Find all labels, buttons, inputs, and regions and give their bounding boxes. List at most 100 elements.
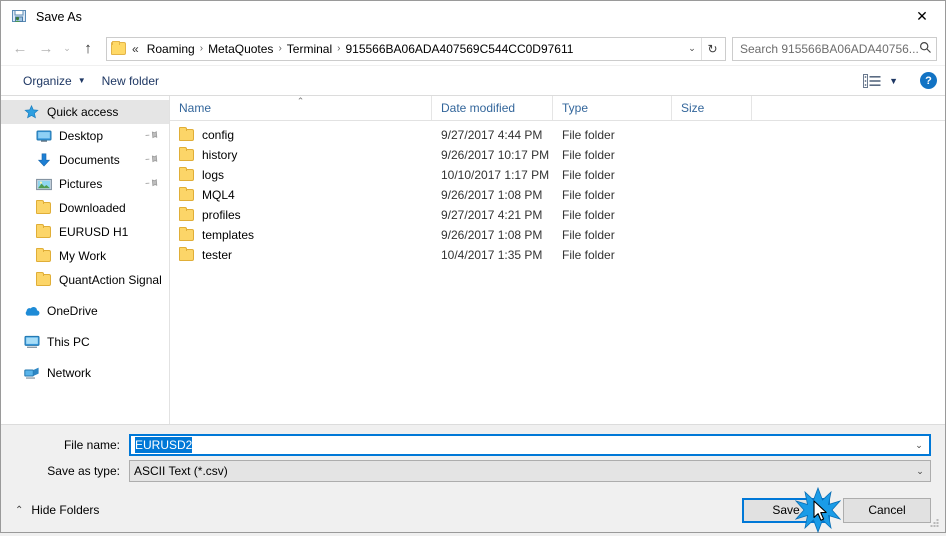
- table-row[interactable]: history 9/26/2017 10:17 PM File folder: [170, 145, 945, 165]
- table-row[interactable]: MQL4 9/26/2017 1:08 PM File folder: [170, 185, 945, 205]
- file-name-input[interactable]: EURUSD2 ⌄: [129, 434, 931, 456]
- file-type-cell: File folder: [562, 248, 615, 262]
- file-name-label: File name:: [63, 438, 120, 452]
- save-as-type-row: Save as type: ASCII Text (*.csv) ⌄: [15, 460, 931, 482]
- file-list: ⌃ Name Date modified Type Size config 9/…: [170, 96, 945, 424]
- save-button[interactable]: Save: [742, 497, 830, 523]
- save-as-type-select[interactable]: ASCII Text (*.csv) ⌄: [129, 460, 931, 482]
- sidebar-item-eurusd-h1[interactable]: EURUSD H1: [1, 220, 169, 244]
- sort-ascending-icon: ⌃: [296, 96, 305, 106]
- search-input[interactable]: Search 915566BA06ADA40756...: [740, 42, 918, 56]
- chevron-down-icon[interactable]: ⌄: [910, 466, 930, 477]
- help-button[interactable]: ?: [920, 72, 937, 89]
- forward-button[interactable]: →: [33, 36, 59, 62]
- sidebar-item-quick-access[interactable]: Quick access: [1, 100, 169, 124]
- sidebar-item-my-work[interactable]: My Work: [1, 244, 169, 268]
- main-area: Quick access Desktop Documents Pictures …: [1, 96, 945, 424]
- file-date-cell: 9/27/2017 4:44 PM: [441, 128, 543, 142]
- breadcrumb-item-guid[interactable]: 915566BA06ADA407569C544CC0D97611: [341, 42, 577, 56]
- sidebar-item-onedrive[interactable]: OneDrive: [1, 299, 169, 323]
- address-bar[interactable]: « Roaming › MetaQuotes › Terminal › 9155…: [106, 36, 726, 61]
- sidebar-item-label: Documents: [59, 153, 120, 167]
- file-name-label: templates: [202, 228, 255, 242]
- dialog-buttons: Save Cancel: [742, 497, 931, 523]
- breadcrumb-item-terminal[interactable]: Terminal: [283, 42, 336, 56]
- save-as-type-value: ASCII Text (*.csv): [134, 464, 228, 478]
- up-button[interactable]: ↑: [75, 36, 101, 62]
- file-name-label: config: [202, 128, 235, 142]
- chevron-down-icon[interactable]: ⌄: [683, 43, 701, 54]
- cancel-button[interactable]: Cancel: [843, 497, 931, 523]
- hide-folders-button[interactable]: ⌃ Hide Folders: [15, 503, 99, 517]
- save-as-type-label: Save as type:: [47, 464, 120, 478]
- resize-grip[interactable]: [928, 516, 941, 529]
- onedrive-icon: [23, 303, 40, 319]
- sidebar-item-documents[interactable]: Documents: [1, 148, 169, 172]
- folder-icon: [179, 127, 194, 141]
- organize-label: Organize: [23, 73, 72, 88]
- folder-icon: [179, 247, 194, 261]
- table-row[interactable]: logs 10/10/2017 1:17 PM File folder: [170, 165, 945, 185]
- sidebar-item-this-pc[interactable]: This PC: [1, 330, 169, 354]
- table-row[interactable]: tester 10/4/2017 1:35 PM File folder: [170, 245, 945, 265]
- title-bar: Save As ✕: [1, 1, 945, 32]
- file-name-label: logs: [202, 168, 225, 182]
- organize-button[interactable]: Organize ▼: [15, 74, 94, 88]
- chevron-down-icon[interactable]: ⌄: [909, 440, 929, 451]
- table-row[interactable]: config 9/27/2017 4:44 PM File folder: [170, 125, 945, 145]
- table-row[interactable]: templates 9/26/2017 1:08 PM File folder: [170, 225, 945, 245]
- table-row[interactable]: profiles 9/27/2017 4:21 PM File folder: [170, 205, 945, 225]
- file-name-cell: MQL4: [170, 187, 432, 202]
- sidebar-item-downloaded[interactable]: Downloaded: [1, 196, 169, 220]
- refresh-icon[interactable]: ↻: [701, 37, 723, 60]
- breadcrumb-item-metaquotes[interactable]: MetaQuotes: [204, 42, 277, 56]
- search-box[interactable]: Search 915566BA06ADA40756...: [732, 36, 937, 61]
- sidebar-item-label: Quick access: [47, 105, 119, 119]
- sidebar-item-label: This PC: [47, 335, 90, 349]
- pin-icon: [143, 127, 160, 145]
- file-type-cell: File folder: [562, 188, 615, 202]
- back-button[interactable]: ←: [7, 36, 33, 62]
- file-date-cell: 9/27/2017 4:21 PM: [441, 208, 543, 222]
- network-icon: [23, 365, 40, 381]
- view-mode-chevron-down-icon[interactable]: ▼: [885, 76, 906, 86]
- navigation-pane: Quick access Desktop Documents Pictures …: [1, 96, 170, 424]
- file-name-label: profiles: [202, 208, 241, 222]
- new-folder-button[interactable]: New folder: [94, 74, 167, 88]
- column-header-date-modified[interactable]: Date modified: [432, 96, 553, 120]
- sidebar-item-pictures[interactable]: Pictures: [1, 172, 169, 196]
- pin-icon: [143, 151, 160, 169]
- file-type-cell: File folder: [562, 228, 615, 242]
- folder-icon: [35, 248, 52, 264]
- breadcrumb-overflow[interactable]: «: [130, 42, 143, 56]
- file-date-cell: 9/26/2017 10:17 PM: [441, 148, 550, 162]
- file-date-cell: 9/26/2017 1:08 PM: [441, 188, 543, 202]
- sidebar-item-quantaction-signal[interactable]: QuantAction Signal: [1, 268, 169, 292]
- sidebar-item-label: Downloaded: [59, 201, 126, 215]
- file-date-cell: 10/4/2017 1:35 PM: [441, 248, 543, 262]
- file-type-cell: File folder: [562, 148, 615, 162]
- view-mode-icon[interactable]: [861, 71, 883, 91]
- sidebar-divider: [1, 323, 169, 330]
- recent-locations-button[interactable]: ⌄: [59, 36, 75, 62]
- save-as-icon: [11, 8, 28, 25]
- folder-icon: [111, 41, 126, 55]
- file-name-label: history: [202, 148, 238, 162]
- column-header-type[interactable]: Type: [553, 96, 672, 120]
- file-type-cell: File folder: [562, 168, 615, 182]
- sidebar-item-label: Network: [47, 366, 92, 380]
- sidebar-item-desktop[interactable]: Desktop: [1, 124, 169, 148]
- save-as-dialog: Save As ✕ ← → ⌄ ↑ « Roaming › MetaQuotes…: [0, 0, 946, 533]
- file-name-value[interactable]: EURUSD2: [135, 437, 193, 453]
- column-header-size[interactable]: Size: [672, 96, 752, 120]
- folder-icon: [35, 224, 52, 240]
- sidebar-item-network[interactable]: Network: [1, 361, 169, 385]
- file-name-cell: profiles: [170, 207, 432, 222]
- close-icon[interactable]: ✕: [899, 1, 945, 32]
- hide-folders-label: Hide Folders: [31, 503, 100, 517]
- column-headers: ⌃ Name Date modified Type Size: [170, 96, 945, 121]
- documents-icon: [35, 152, 52, 168]
- breadcrumb-item-roaming[interactable]: Roaming: [143, 42, 199, 56]
- save-form: File name: EURUSD2 ⌄ Save as type: ASCII…: [1, 424, 945, 488]
- column-header-name[interactable]: ⌃ Name: [170, 96, 432, 120]
